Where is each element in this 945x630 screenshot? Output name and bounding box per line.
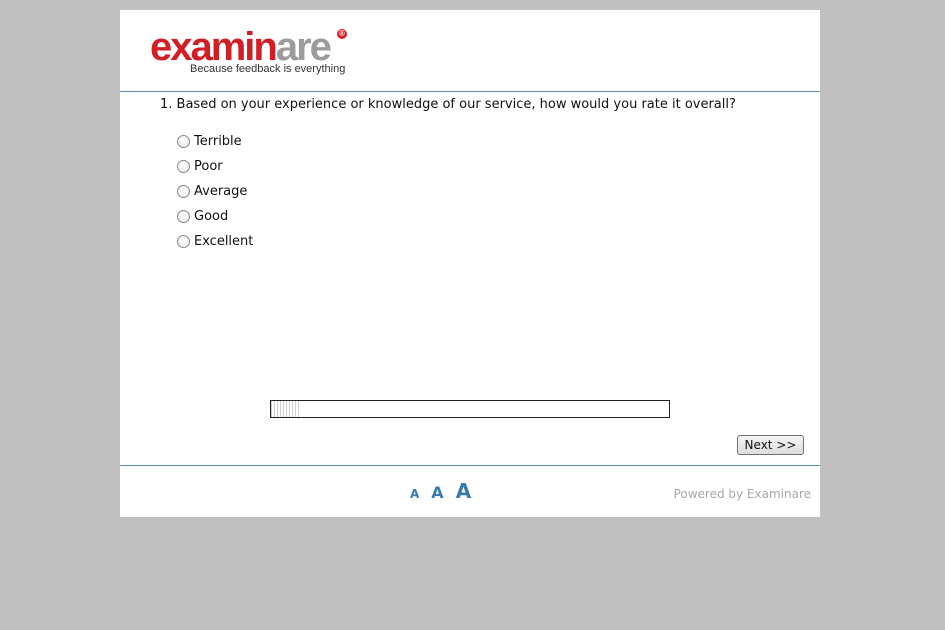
footer: A A A Powered by Examinare <box>120 465 820 518</box>
option-good[interactable]: Good <box>177 208 253 233</box>
question-text: 1. Based on your experience or knowledge… <box>160 97 736 112</box>
font-size-medium-button[interactable]: A <box>431 483 443 502</box>
logo-wordmark: examinare <box>150 25 332 69</box>
logo-tagline: Because feedback is everything <box>190 63 346 75</box>
option-poor[interactable]: Poor <box>177 158 253 183</box>
examinare-logo: examinare ® Because feedback is everythi… <box>150 26 355 78</box>
option-label: Terrible <box>194 134 242 149</box>
option-terrible[interactable]: Terrible <box>177 133 253 158</box>
option-label: Excellent <box>194 234 254 249</box>
header: examinare ® Because feedback is everythi… <box>120 10 820 92</box>
option-label: Good <box>194 209 229 224</box>
registered-icon: ® <box>337 29 347 39</box>
radio-button[interactable] <box>177 185 190 198</box>
progress-bar <box>270 400 670 418</box>
progress-fill <box>271 401 299 417</box>
option-label: Poor <box>194 159 223 174</box>
font-size-large-button[interactable]: A <box>456 479 471 503</box>
next-button[interactable]: Next >> <box>737 435 804 455</box>
option-excellent[interactable]: Excellent <box>177 233 253 258</box>
font-size-controls: A A A <box>410 479 483 503</box>
radio-button[interactable] <box>177 235 190 248</box>
powered-by-text: Powered by Examinare <box>673 487 811 501</box>
font-size-small-button[interactable]: A <box>410 487 419 501</box>
radio-button[interactable] <box>177 135 190 148</box>
option-label: Average <box>194 184 248 199</box>
radio-button[interactable] <box>177 160 190 173</box>
survey-page: examinare ® Because feedback is everythi… <box>120 10 820 517</box>
option-average[interactable]: Average <box>177 183 253 208</box>
rating-options: Terrible Poor Average Good Excellent <box>177 133 253 258</box>
radio-button[interactable] <box>177 210 190 223</box>
